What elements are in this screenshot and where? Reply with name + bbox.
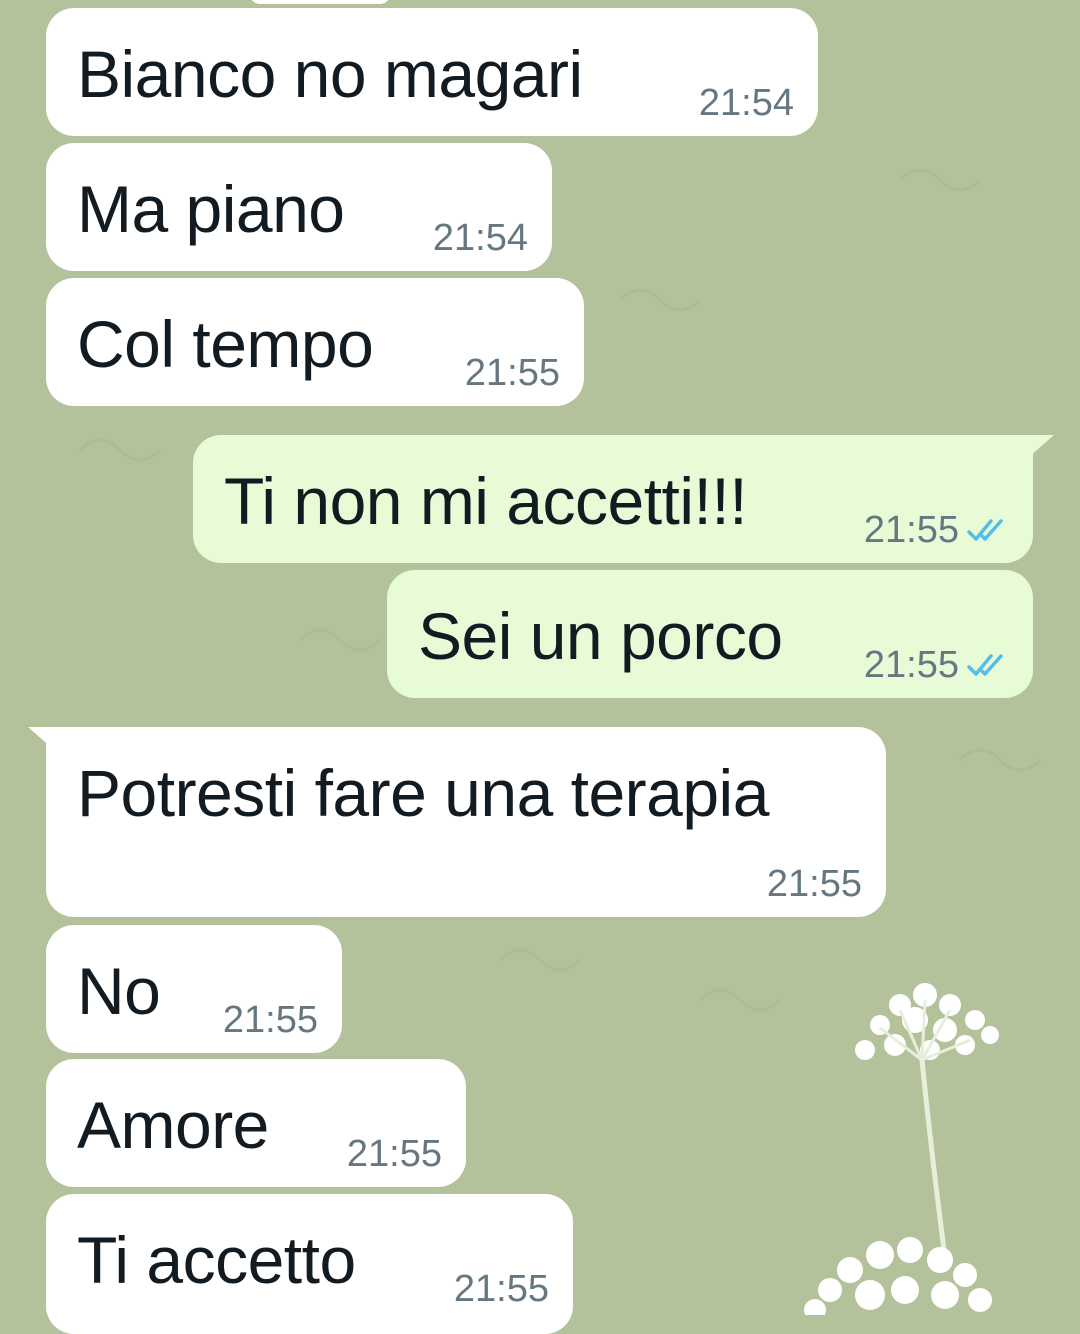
message-time: 21:54 <box>432 217 528 259</box>
message-time: 21:55 <box>766 863 862 905</box>
message-time: 21:55 <box>864 646 1009 684</box>
message-text: Amore <box>77 1088 269 1162</box>
message-time: 21:55 <box>346 1133 442 1175</box>
message-text: Sei un porco <box>418 599 783 673</box>
message-time: 21:55 <box>453 1268 549 1310</box>
incoming-message[interactable]: No 21:55 <box>46 925 342 1053</box>
outgoing-message[interactable]: Sei un porco 21:55 <box>387 570 1033 698</box>
message-time: 21:55 <box>464 352 560 394</box>
message-text: Potresti fare una terapia <box>77 756 769 830</box>
incoming-message[interactable]: Col tempo 21:55 <box>46 278 584 406</box>
incoming-message[interactable]: Bianco no magari 21:54 <box>46 8 818 136</box>
outgoing-message[interactable]: Ti non mi accetti!!! 21:55 <box>193 435 1033 563</box>
incoming-message[interactable]: Potresti fare una terapia 21:55 <box>46 727 886 917</box>
double-check-icon <box>967 519 1003 541</box>
message-time: 21:55 <box>864 511 1009 549</box>
incoming-message[interactable]: Ma piano 21:54 <box>46 143 552 271</box>
message-time: 21:54 <box>698 82 794 124</box>
message-text: Col tempo <box>77 307 374 381</box>
message-time: 21:55 <box>222 999 318 1041</box>
message-text: No <box>77 954 161 1028</box>
previous-message-edge <box>250 0 390 4</box>
message-text: Ti non mi accetti!!! <box>224 464 748 538</box>
message-text: Bianco no magari <box>77 37 583 111</box>
message-text: Ti accetto <box>77 1223 356 1297</box>
message-text: Ma piano <box>77 172 345 246</box>
incoming-message[interactable]: Amore 21:55 <box>46 1059 466 1187</box>
double-check-icon <box>967 654 1003 676</box>
incoming-message[interactable]: Ti accetto 21:55 <box>46 1194 573 1334</box>
